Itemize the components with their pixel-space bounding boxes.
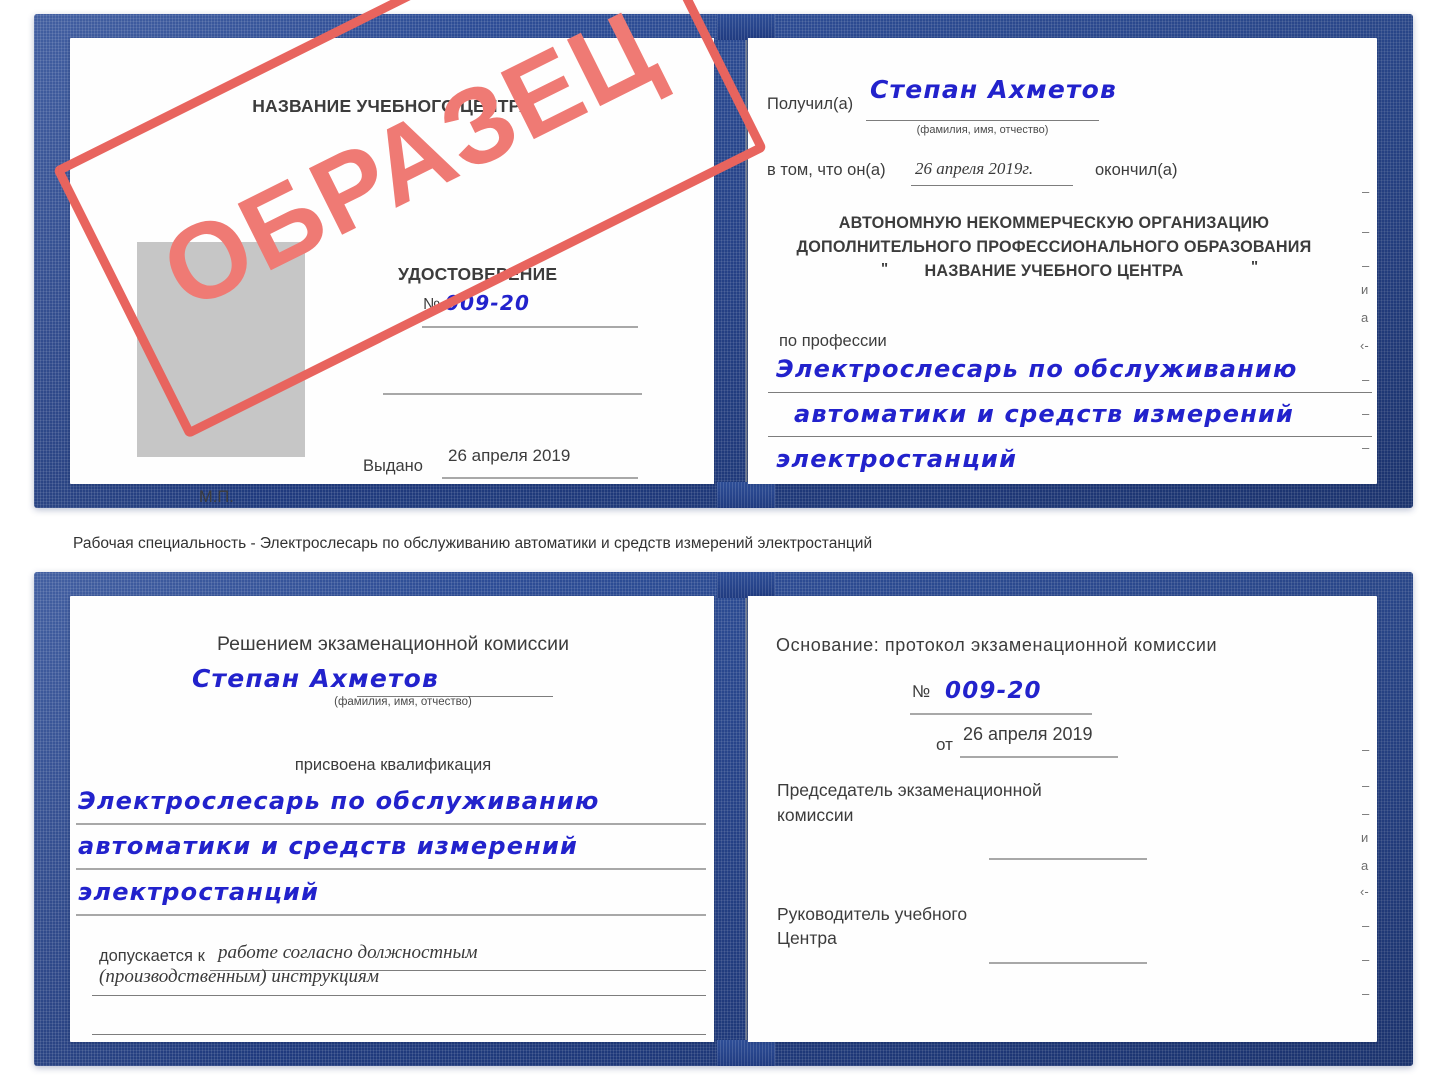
finished-label: окончил(а) [1095,161,1178,179]
edge-fragment: ‹- [1360,338,1369,353]
certificate-bottom-left-page: Решением экзаменационной комиссии Степан… [70,596,714,1042]
edge-fragment: – [1362,778,1370,793]
organization-quote-close: " [1251,258,1259,275]
profession-line-3: электростанций [776,445,1018,473]
qualification-line-3: электростанций [78,878,320,906]
number-value: 009-20 [445,291,531,315]
in-that-rule [911,185,1073,186]
allowed-label: допускается к [99,947,205,965]
organization-line-3: НАЗВАНИЕ УЧЕБНОГО ЦЕНТРА [924,262,1184,280]
certificate-top-left-page: НАЗВАНИЕ УЧЕБНОГО ЦЕНТРА УДОСТОВЕРЕНИЕ №… [70,38,714,506]
allowed-rule-3 [92,1034,706,1035]
spine-tab-bottom [717,482,775,508]
qualification-line-2: автоматики и средств измерений [78,832,579,860]
organization-line-2: ДОПОЛНИТЕЛЬНОГО ПРОФЕССИОНАЛЬНОГО ОБРАЗО… [796,238,1312,256]
chairman-line-2: комиссии [777,805,854,825]
certificate-top-right-page: Получил(а) Степан Ахметов (фамилия, имя,… [748,38,1377,484]
edge-fragment: – [1362,742,1370,757]
protocol-date-label: от [936,735,953,754]
protocol-number-value: 009-20 [945,678,1042,704]
edge-fragment: а [1361,858,1369,873]
in-that-label: в том, что он(а) [767,161,886,179]
profession-line-2: автоматики и средств измерений [794,400,1295,428]
allowed-value-line-2: (производственным) инструкциям [99,966,379,987]
organization-line-1: АВТОНОМНУЮ НЕКОММЕРЧЕСКУЮ ОРГАНИЗАЦИЮ [838,214,1270,232]
received-value: Степан Ахметов [870,75,1118,104]
number-label: № [423,296,441,313]
qualification-label: присвоена квалификация [294,756,492,774]
blank-rule-1 [383,393,642,395]
edge-fragment: а [1361,310,1369,325]
edge-fragment: – [1362,986,1370,1001]
edge-fragment: и [1361,830,1369,845]
protocol-number-label: № [912,682,931,701]
spine-tab-top [717,14,775,40]
seal-label: М.П. [199,488,234,506]
received-label: Получил(а) [767,95,854,113]
student-name-hint: (фамилия, имя, отчество) [334,696,472,708]
edge-fragment: ‹- [1360,884,1369,899]
protocol-date-value: 26 апреля 2019 [963,724,1093,744]
spine-tab-bottom [717,1040,775,1066]
screenshot-root: НАЗВАНИЕ УЧЕБНОГО ЦЕНТРА УДОСТОВЕРЕНИЕ №… [0,0,1448,1085]
profession-rule-2 [768,436,1372,437]
qualification-rule-3 [76,914,706,916]
certificate-top: НАЗВАНИЕ УЧЕБНОГО ЦЕНТРА УДОСТОВЕРЕНИЕ №… [34,0,1413,508]
certificate-bottom: Решением экзаменационной комиссии Степан… [34,572,1413,1066]
received-rule [866,120,1099,121]
edge-fragment: – [1362,918,1370,933]
edge-fragment: – [1362,440,1370,455]
edge-fragment: – [1362,806,1370,821]
chairman-line-1: Председатель экзаменационной [777,780,1042,800]
basis-label: Основание: протокол экзаменационной коми… [776,635,1218,655]
qualification-rule-1 [76,823,706,825]
edge-fragment: – [1362,406,1370,421]
caption-text: Рабочая специальность - Электрослесарь п… [73,535,873,552]
issued-rule [442,477,638,479]
edge-fragment: – [1362,952,1370,967]
training-center-heading: НАЗВАНИЕ УЧЕБНОГО ЦЕНТРА [252,96,532,116]
number-rule [422,326,638,328]
spine-tab-top [717,572,775,598]
student-name-value: Степан Ахметов [192,664,440,693]
document-title: УДОСТОВЕРЕНИЕ [398,264,558,284]
profession-label: по профессии [779,332,887,350]
profession-line-1: Электрослесарь по обслуживанию [776,355,1298,383]
chairman-signature-rule [989,858,1147,860]
decision-heading: Решением экзаменационной комиссии [217,633,569,655]
qualification-rule-2 [76,868,706,870]
edge-fragment: и [1361,282,1369,297]
issued-value: 26 апреля 2019 [448,446,571,465]
head-line-2: Центра [777,928,837,948]
head-signature-rule [989,962,1147,964]
qualification-line-1: Электрослесарь по обслуживанию [78,787,600,815]
protocol-number-rule [910,713,1092,715]
photo-placeholder [137,242,305,457]
head-line-1: Руководитель учебного [777,904,968,924]
edge-fragment: – [1362,372,1370,387]
allowed-value-line-1: работе согласно должностным [218,942,478,963]
edge-fragment: – [1362,224,1370,239]
edge-fragment: – [1362,184,1370,199]
received-hint: (фамилия, имя, отчество) [916,124,1049,136]
allowed-rule-2 [92,995,706,996]
certificate-bottom-right-page: Основание: протокол экзаменационной коми… [748,596,1377,1042]
profession-rule-1 [768,392,1372,393]
protocol-date-rule [960,756,1118,758]
issued-label: Выдано [363,457,423,475]
in-that-value: 26 апреля 2019г. [915,159,1034,178]
edge-fragment: – [1362,258,1370,273]
